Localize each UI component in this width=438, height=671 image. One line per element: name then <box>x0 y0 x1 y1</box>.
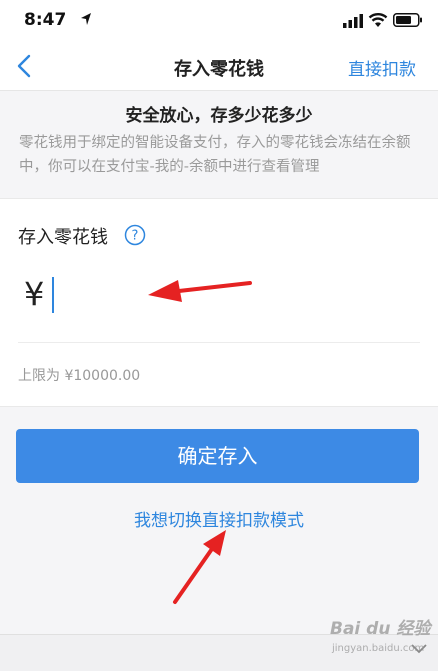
question-mark-icon[interactable]: ? <box>124 224 146 246</box>
divider <box>18 342 420 343</box>
deposit-label: 存入零花钱 <box>18 227 108 248</box>
notice-section: 安全放心，存多少花多少 零花钱用于绑定的智能设备支付，存入的零花钱会冻结在余额中… <box>0 91 438 196</box>
location-arrow-icon <box>81 13 91 25</box>
switch-mode-link[interactable]: 我想切换直接扣款模式 <box>0 506 438 531</box>
direct-debit-button[interactable]: 直接扣款 <box>348 55 416 80</box>
status-time: 8:47 <box>24 10 67 30</box>
confirm-deposit-button[interactable]: 确定存入 <box>16 429 419 483</box>
annotation-arrow-switch <box>173 530 226 604</box>
nav-bar: 存入零花钱 直接扣款 <box>0 42 438 91</box>
currency-symbol: ¥ <box>24 275 45 313</box>
watermark-url: jingyan.baidu.com <box>332 643 425 654</box>
notice-description: 零花钱用于绑定的智能设备支付，存入的零花钱会冻结在余额中，你可以在支付宝-我的-… <box>19 135 411 175</box>
amount-input[interactable] <box>50 273 410 317</box>
notice-title: 安全放心，存多少花多少 <box>125 106 313 126</box>
signal-icon <box>343 14 363 28</box>
battery-icon <box>393 13 422 27</box>
deposit-card: 存入零花钱 ? ¥ 上限为 ¥10000.00 <box>0 198 438 407</box>
input-caret <box>52 277 54 313</box>
status-bar: 8:47 <box>0 0 438 42</box>
svg-text:?: ? <box>132 229 139 244</box>
watermark-logo: Bai du 经验 <box>330 619 431 639</box>
wifi-icon <box>368 13 388 27</box>
limit-text: 上限为 ¥10000.00 <box>18 368 141 384</box>
